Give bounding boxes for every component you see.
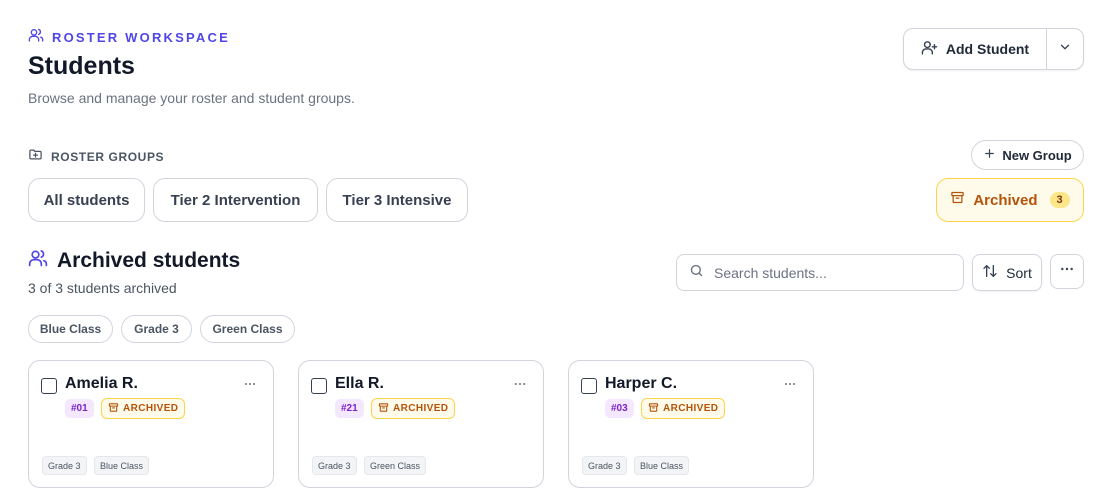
- archived-status-label: ARCHIVED: [393, 403, 449, 414]
- plus-icon: [983, 147, 996, 163]
- group-tab-tier-2-intervention[interactable]: Tier 2 Intervention: [153, 178, 318, 222]
- filter-chip-label: Blue Class: [39, 322, 102, 336]
- archived-count-badge: 3: [1049, 192, 1070, 208]
- new-group-button[interactable]: New Group: [971, 140, 1084, 170]
- archived-status-badge: ARCHIVED: [371, 398, 456, 419]
- card-menu-button[interactable]: [783, 377, 797, 396]
- student-name: Ella R.: [335, 375, 384, 392]
- group-tab-all-students[interactable]: All students: [28, 178, 145, 222]
- more-options-button[interactable]: [1050, 254, 1084, 289]
- sort-button[interactable]: Sort: [972, 254, 1042, 291]
- archived-status-label: ARCHIVED: [123, 403, 179, 414]
- filter-chip-label: Grade 3: [134, 322, 179, 336]
- folder-plus-icon: [28, 147, 43, 167]
- archive-icon: [108, 402, 119, 416]
- roster-groups-label: ROSTER GROUPS: [51, 150, 165, 164]
- archived-status-label: ARCHIVED: [663, 403, 719, 414]
- archive-icon: [648, 402, 659, 416]
- archived-tab-label: Archived: [973, 191, 1038, 209]
- new-group-label: New Group: [1002, 147, 1072, 163]
- filter-chip-grade-3[interactable]: Grade 3: [121, 315, 192, 343]
- add-student-split-button: Add Student: [903, 28, 1084, 70]
- student-number-badge: #03: [605, 399, 634, 418]
- chevron-down-icon: [1058, 40, 1072, 59]
- group-tab-label: Tier 3 Intensive: [342, 191, 452, 209]
- student-tag: Blue Class: [634, 456, 690, 475]
- archive-icon: [378, 402, 389, 416]
- sort-label: Sort: [1006, 264, 1032, 281]
- student-tag: Green Class: [364, 456, 427, 475]
- add-student-button[interactable]: Add Student: [904, 29, 1046, 69]
- more-horizontal-icon: [1059, 261, 1075, 282]
- student-card[interactable]: Ella R. #21 ARCHIVED Grade 3 Green Class: [298, 360, 544, 488]
- user-plus-icon: [921, 39, 938, 59]
- student-number-badge: #01: [65, 399, 94, 418]
- archived-status-badge: ARCHIVED: [641, 398, 726, 419]
- filter-chip-label: Green Class: [212, 322, 283, 336]
- add-student-dropdown-button[interactable]: [1046, 29, 1083, 69]
- page-subtitle: Browse and manage your roster and studen…: [28, 90, 355, 106]
- select-checkbox[interactable]: [41, 378, 57, 394]
- users-icon: [28, 248, 48, 273]
- student-tag: Grade 3: [582, 456, 627, 475]
- more-horizontal-icon: [783, 378, 797, 395]
- student-tag: Grade 3: [42, 456, 87, 475]
- page-title: Students: [28, 52, 135, 80]
- card-menu-button[interactable]: [513, 377, 527, 396]
- users-icon: [28, 27, 44, 48]
- archived-status-badge: ARCHIVED: [101, 398, 186, 419]
- roster-groups-header: ROSTER GROUPS: [28, 147, 164, 167]
- section-subtitle: 3 of 3 students archived: [28, 280, 177, 296]
- more-horizontal-icon: [513, 378, 527, 395]
- group-tab-archived[interactable]: Archived 3: [936, 178, 1084, 222]
- student-card[interactable]: Harper C. #03 ARCHIVED Grade 3 Blue Clas…: [568, 360, 814, 488]
- add-student-label: Add Student: [945, 41, 1030, 57]
- filter-chip-blue-class[interactable]: Blue Class: [28, 315, 113, 343]
- search-icon: [689, 263, 704, 283]
- group-tab-label: All students: [43, 191, 130, 209]
- section-title: Archived students: [28, 248, 240, 273]
- student-number-badge: #21: [335, 399, 364, 418]
- select-checkbox[interactable]: [581, 378, 597, 394]
- archive-icon: [950, 190, 965, 210]
- select-checkbox[interactable]: [311, 378, 327, 394]
- group-tab-label: Tier 2 Intervention: [170, 191, 301, 209]
- filter-chip-green-class[interactable]: Green Class: [200, 315, 295, 343]
- card-menu-button[interactable]: [243, 377, 257, 396]
- workspace-label: ROSTER WORKSPACE: [28, 27, 230, 48]
- search-input[interactable]: [714, 264, 944, 281]
- group-tab-tier-3-intensive[interactable]: Tier 3 Intensive: [326, 178, 468, 222]
- student-tag: Blue Class: [94, 456, 150, 475]
- sort-arrows-icon: [982, 263, 998, 282]
- student-tag: Grade 3: [312, 456, 357, 475]
- more-horizontal-icon: [243, 378, 257, 395]
- student-name: Amelia R.: [65, 375, 138, 392]
- section-title-text: Archived students: [57, 248, 241, 272]
- search-box: [676, 254, 964, 291]
- workspace-label-text: ROSTER WORKSPACE: [52, 30, 230, 45]
- student-card[interactable]: Amelia R. #01 ARCHIVED Grade 3 Blue Clas…: [28, 360, 274, 488]
- student-name: Harper C.: [605, 375, 678, 392]
